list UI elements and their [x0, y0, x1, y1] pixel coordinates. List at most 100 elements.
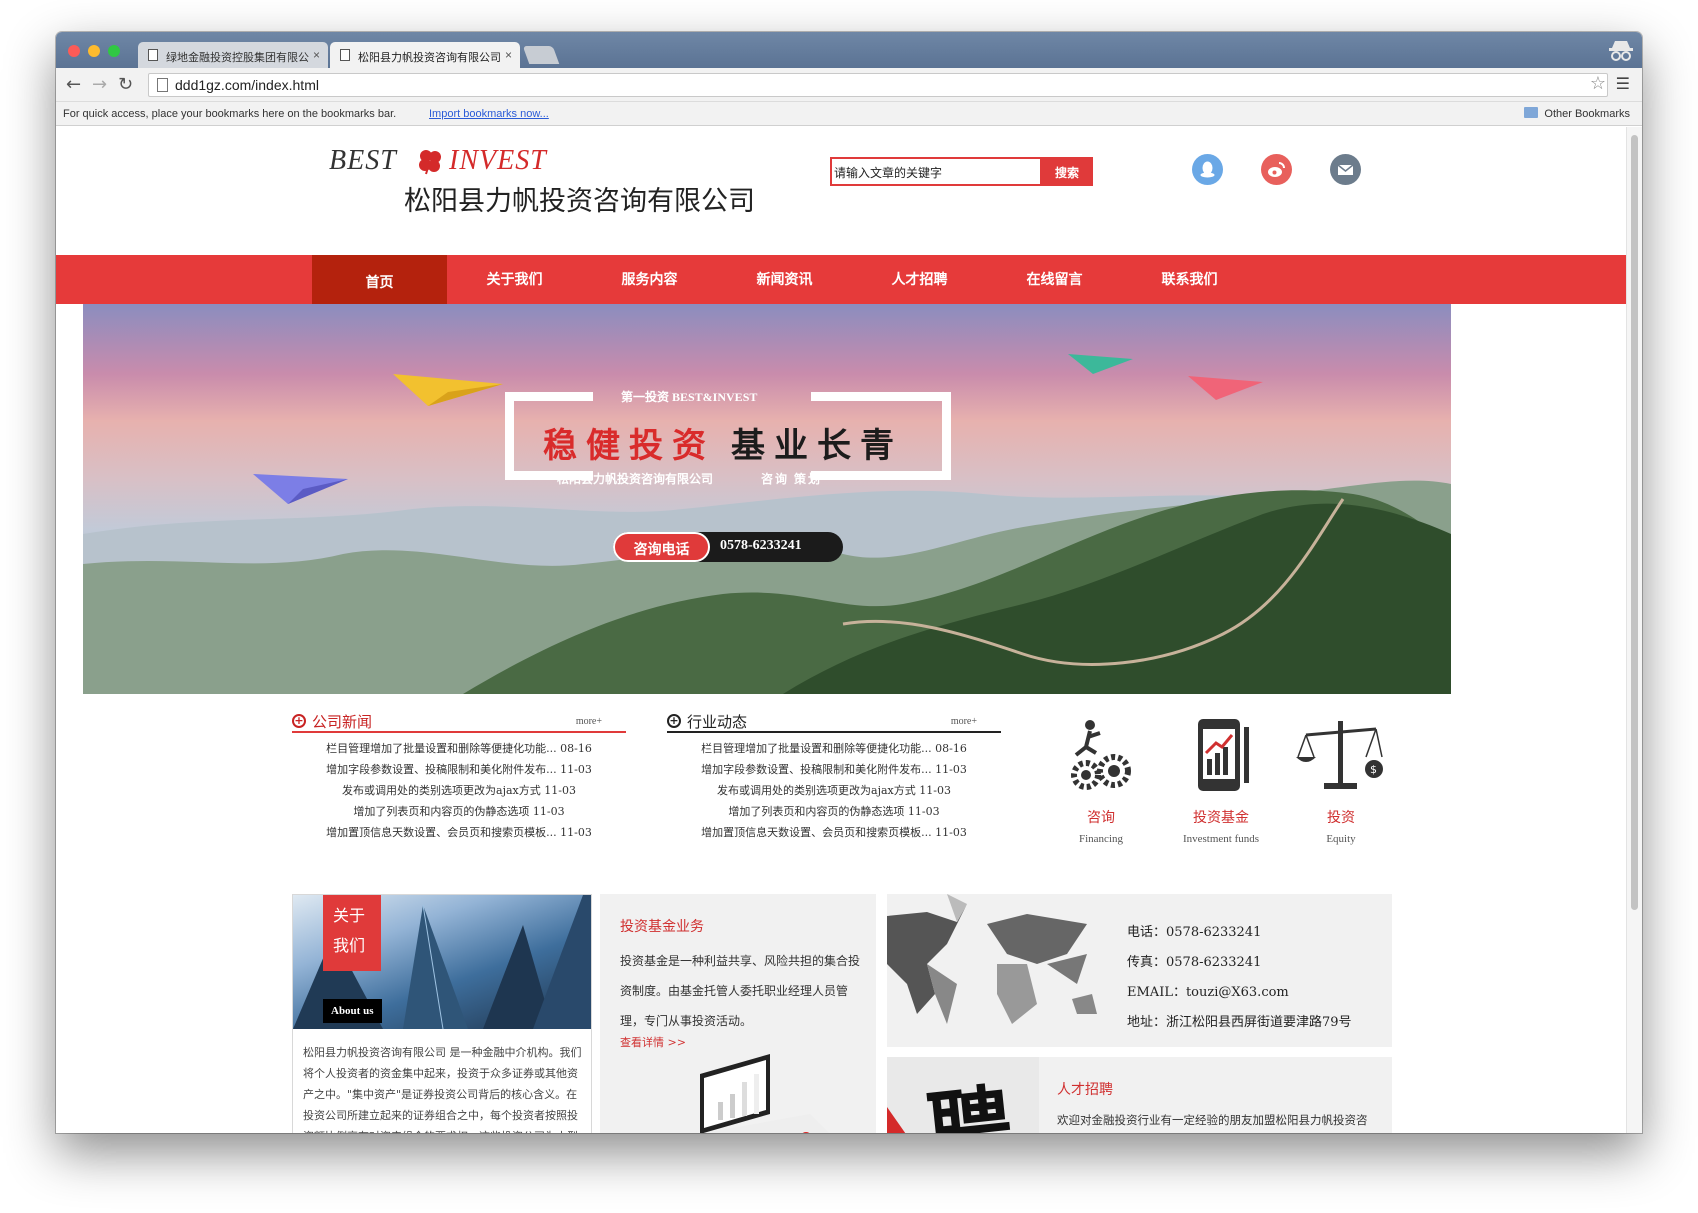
about-tag: 关于 我们	[323, 895, 381, 971]
news-title[interactable]: 行业动态	[687, 711, 747, 732]
banner-tagline: 第一投资 BEST&INVEST	[621, 390, 758, 404]
world-map-image	[887, 894, 1097, 1024]
service-title: 投资	[1327, 810, 1355, 826]
close-tab-icon[interactable]: ×	[313, 48, 320, 62]
close-window-button[interactable]	[68, 45, 80, 57]
news-item[interactable]: 增加字段参数设置、投稿限制和美化附件发布... 11-03	[292, 758, 626, 779]
tab-strip: 绿地金融投资控股集团有限公 × 松阳县力帆投资咨询有限公司 ×	[56, 32, 1642, 68]
fund-card: 投资基金业务 投资基金是一种利益共享、风险共担的集合投资制度。由基金托管人委托职…	[600, 894, 876, 1133]
more-link[interactable]: more+	[951, 716, 977, 727]
gear-runner-icon	[1071, 720, 1131, 790]
nav-item-message[interactable]: 在线留言	[987, 255, 1122, 304]
nav-item-contact[interactable]: 联系我们	[1122, 255, 1257, 304]
paper-plane-teal-icon	[1068, 354, 1133, 374]
other-bookmarks[interactable]: Other Bookmarks	[1544, 108, 1630, 120]
service-subtitle: Investment funds	[1182, 833, 1260, 845]
contact-card: 电话：0578-6233241 传真：0578-6233241 EMAIL：to…	[887, 894, 1392, 1047]
banner-company: 松阳县力帆投资咨询有限公司	[557, 472, 714, 486]
skyscrapers-image: 关于 我们 About us	[293, 895, 591, 1029]
weibo-button[interactable]	[1261, 154, 1292, 185]
logo-best[interactable]: BEST	[329, 145, 397, 177]
contact-info: 电话：0578-6233241 传真：0578-6233241 EMAIL：to…	[1127, 918, 1352, 1038]
nav-item-about[interactable]: 关于我们	[447, 255, 582, 304]
news-item[interactable]: 栏目管理增加了批量设置和删除等便捷化功能... 08-16	[292, 737, 626, 758]
news-title[interactable]: 公司新闻	[312, 711, 372, 732]
close-tab-icon[interactable]: ×	[505, 48, 512, 62]
svg-text:$: $	[1370, 763, 1377, 776]
news-item[interactable]: 发布或调用处的类别选项更改为ajax方式 11-03	[667, 779, 1001, 800]
tab-label: 松阳县力帆投资咨询有限公司	[358, 52, 501, 64]
nav-item-services[interactable]: 服务内容	[582, 255, 717, 304]
recruit-title[interactable]: 人才招聘	[1057, 1079, 1113, 1099]
bookmarks-message: For quick access, place your bookmarks h…	[63, 108, 397, 120]
reload-icon[interactable]: ↻	[118, 74, 133, 95]
new-tab-button[interactable]	[522, 46, 560, 64]
qq-button[interactable]	[1192, 154, 1223, 185]
phone-pill[interactable]: 咨询电话 0578-6233241	[613, 532, 843, 562]
clover-icon	[419, 150, 441, 175]
page-icon	[340, 49, 350, 61]
folder-icon	[1524, 107, 1538, 118]
browser-tab-2[interactable]: 松阳县力帆投资咨询有限公司 ×	[330, 42, 520, 68]
fund-detail-link[interactable]: 查看详情 >>	[620, 1034, 686, 1050]
service-consulting[interactable]: 咨询 Financing	[1041, 717, 1161, 845]
forward-icon[interactable]: →	[92, 74, 107, 95]
slogan-red: 稳健投资	[543, 426, 715, 466]
email-button[interactable]	[1330, 154, 1361, 185]
news-item[interactable]: 增加置顶信息天数设置、会员页和搜索页模板... 11-03	[292, 821, 626, 842]
news-item[interactable]: 增加了列表页和内容页的伪静态选项 11-03	[292, 800, 626, 821]
page-scrollbar[interactable]	[1626, 127, 1642, 1133]
logo-invest[interactable]: INVEST	[449, 145, 547, 177]
contact-phone: 电话：0578-6233241	[1127, 925, 1262, 940]
hero-banner: 第一投资 BEST&INVEST 稳健投资 基业长青 松阳县力帆投资咨询有限公司…	[83, 304, 1451, 694]
news-item[interactable]: 增加字段参数设置、投稿限制和美化附件发布... 11-03	[667, 758, 1001, 779]
bookmarks-bar: For quick access, place your bookmarks h…	[56, 102, 1642, 126]
phone-number: 0578-6233241	[720, 538, 802, 553]
recruit-character: 聘	[922, 1073, 1017, 1133]
url-text: ddd1gz.com/index.html	[175, 77, 319, 93]
import-bookmarks-link[interactable]: Import bookmarks now...	[429, 108, 549, 120]
paper-plane-blue-icon	[253, 474, 348, 504]
more-link[interactable]: more+	[576, 716, 602, 727]
bookmark-star-icon[interactable]: ☆	[1590, 73, 1606, 94]
recruit-text: 欢迎对金融投资行业有一定经验的朋友加盟松阳县力帆投资咨询有限公司，我们给您一个展…	[1057, 1113, 1368, 1127]
maximize-window-button[interactable]	[108, 45, 120, 57]
minimize-window-button[interactable]	[88, 45, 100, 57]
nav-item-careers[interactable]: 人才招聘	[852, 255, 987, 304]
incognito-icon	[1609, 41, 1633, 61]
back-icon[interactable]: ←	[66, 74, 81, 95]
nav-item-home[interactable]: 首页	[312, 255, 447, 304]
company-news: + 公司新闻 more+ 栏目管理增加了批量设置和删除等便捷化功能... 08-…	[292, 711, 626, 842]
tab-label: 绿地金融投资控股集团有限公	[166, 52, 309, 64]
contact-email[interactable]: EMAIL：touzi@X63.com	[1127, 978, 1352, 1008]
news-item[interactable]: 发布或调用处的类别选项更改为ajax方式 11-03	[292, 779, 626, 800]
news-item[interactable]: 增加了列表页和内容页的伪静态选项 11-03	[667, 800, 1001, 821]
service-subtitle: Equity	[1326, 833, 1356, 845]
recruit-card: 聘 人才招聘 欢迎对金融投资行业有一定经验的朋友加盟松阳县力帆投资咨询有限公司，…	[887, 1057, 1392, 1133]
menu-icon[interactable]: ☰	[1616, 74, 1630, 93]
weibo-icon	[1268, 162, 1285, 177]
search-input[interactable]: 请输入文章的关键字	[830, 157, 1042, 186]
service-funds[interactable]: 投资基金 Investment funds	[1161, 717, 1281, 845]
contact-fax: 传真：0578-6233241	[1127, 955, 1262, 970]
scroll-thumb[interactable]	[1631, 135, 1638, 910]
fund-title[interactable]: 投资基金业务	[620, 916, 704, 936]
mail-icon	[1337, 164, 1354, 175]
service-equity[interactable]: $ 投资 Equity	[1281, 717, 1401, 845]
company-name: 松阳县力帆投资咨询有限公司	[404, 186, 755, 217]
browser-tab-1[interactable]: 绿地金融投资控股集团有限公 ×	[138, 42, 328, 68]
slogan-dark: 基业长青	[731, 426, 903, 466]
news-header: + 公司新闻 more+	[292, 711, 626, 733]
news-item[interactable]: 增加置顶信息天数设置、会员页和搜索页模板... 11-03	[667, 821, 1001, 842]
phone-label: 咨询电话	[613, 532, 710, 562]
service-title: 投资基金	[1193, 810, 1249, 826]
page-icon	[157, 78, 168, 92]
about-en-label[interactable]: About us	[323, 999, 382, 1023]
address-bar[interactable]: ddd1gz.com/index.html	[148, 73, 1608, 97]
main-nav: 首页 关于我们 服务内容 新闻资讯 人才招聘 在线留言 联系我们	[56, 255, 1626, 304]
tablet-chart-icon	[1198, 719, 1249, 791]
news-item[interactable]: 栏目管理增加了批量设置和删除等便捷化功能... 08-16	[667, 737, 1001, 758]
search-button[interactable]: 搜索	[1041, 157, 1093, 186]
scale-icon: $	[1296, 721, 1383, 789]
nav-item-news[interactable]: 新闻资讯	[717, 255, 852, 304]
